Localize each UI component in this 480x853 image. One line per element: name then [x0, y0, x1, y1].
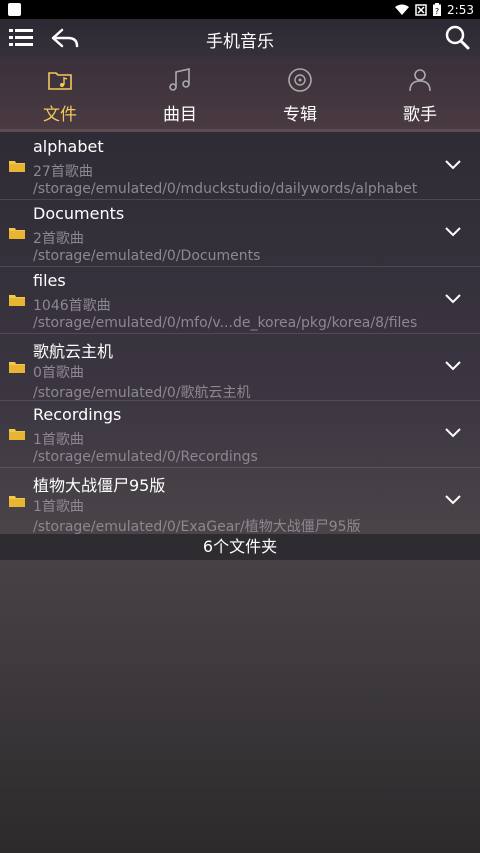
chevron-down-icon[interactable]	[444, 360, 462, 372]
folder-name: Recordings	[33, 405, 122, 424]
svg-text:?: ?	[435, 7, 439, 16]
status-time: 2:53	[447, 2, 474, 17]
search-icon[interactable]	[444, 24, 470, 50]
song-count: 27首歌曲	[33, 164, 93, 180]
chevron-down-icon[interactable]	[444, 293, 462, 305]
category-tabs: 文件 曲目 专辑 歌手	[0, 57, 480, 132]
song-count: 1首歌曲	[33, 499, 84, 515]
status-icons: ? 2:53	[395, 0, 474, 19]
list-item[interactable]: Documents 2首歌曲 /storage/emulated/0/Docum…	[0, 200, 480, 267]
tab-files-label: 文件	[43, 105, 77, 125]
tab-tracks[interactable]: 曲目	[120, 57, 240, 129]
folder-name: 植物大战僵尸95版	[33, 476, 166, 495]
disc-icon	[288, 68, 312, 92]
list-item[interactable]: 歌航云主机 0首歌曲 /storage/emulated/0/歌航云主机	[0, 334, 480, 401]
wifi-icon	[395, 4, 410, 15]
list-item[interactable]: Recordings 1首歌曲 /storage/emulated/0/Reco…	[0, 401, 480, 468]
no-sim-icon	[415, 3, 427, 16]
page-title: 手机音乐	[206, 32, 274, 52]
folder-icon	[9, 161, 25, 172]
notification-icon	[8, 3, 21, 16]
status-bar: ? 2:53	[0, 0, 480, 19]
folder-icon	[9, 295, 25, 306]
tab-tracks-label: 曲目	[163, 105, 197, 125]
tab-albums-label: 专辑	[283, 105, 317, 125]
battery-icon: ?	[433, 3, 442, 16]
song-count: 2首歌曲	[33, 231, 84, 247]
tab-artists-label: 歌手	[403, 105, 437, 125]
folder-path: /storage/emulated/0/Documents	[33, 248, 261, 264]
folder-path: /storage/emulated/0/mduckstudio/dailywor…	[33, 181, 418, 197]
list-item[interactable]: 植物大战僵尸95版 1首歌曲 /storage/emulated/0/ExaGe…	[0, 468, 480, 535]
app-bar: 手机音乐	[0, 19, 480, 57]
tab-albums[interactable]: 专辑	[240, 57, 360, 129]
chevron-down-icon[interactable]	[444, 494, 462, 506]
folder-icon	[9, 228, 25, 239]
tab-files[interactable]: 文件	[0, 57, 120, 129]
folder-name: Documents	[33, 204, 125, 223]
tab-artists[interactable]: 歌手	[360, 57, 480, 129]
folder-name: files	[33, 271, 66, 290]
folder-path: /storage/emulated/0/Recordings	[33, 449, 258, 465]
folder-music-icon	[48, 72, 72, 90]
song-count: 1046首歌曲	[33, 298, 111, 314]
folder-list: alphabet 27首歌曲 /storage/emulated/0/mduck…	[0, 133, 480, 535]
folder-icon	[9, 496, 25, 507]
folder-path: /storage/emulated/0/mfo/v...de_korea/pkg…	[33, 315, 418, 331]
folder-name: alphabet	[33, 137, 104, 156]
person-icon	[409, 69, 431, 92]
chevron-down-icon[interactable]	[444, 427, 462, 439]
folder-icon	[9, 362, 25, 373]
folder-path: /storage/emulated/0/ExaGear/植物大战僵尸95版	[33, 519, 361, 535]
chevron-down-icon[interactable]	[444, 226, 462, 238]
folder-count-footer: 6个文件夹	[0, 534, 480, 560]
song-count: 1首歌曲	[33, 432, 84, 448]
list-item[interactable]: alphabet 27首歌曲 /storage/emulated/0/mduck…	[0, 133, 480, 200]
chevron-down-icon[interactable]	[444, 159, 462, 171]
song-count: 0首歌曲	[33, 365, 84, 381]
music-note-icon	[169, 67, 190, 91]
folder-icon	[9, 429, 25, 440]
folder-name: 歌航云主机	[33, 342, 114, 361]
folder-path: /storage/emulated/0/歌航云主机	[33, 385, 251, 401]
list-item[interactable]: files 1046首歌曲 /storage/emulated/0/mfo/v.…	[0, 267, 480, 334]
